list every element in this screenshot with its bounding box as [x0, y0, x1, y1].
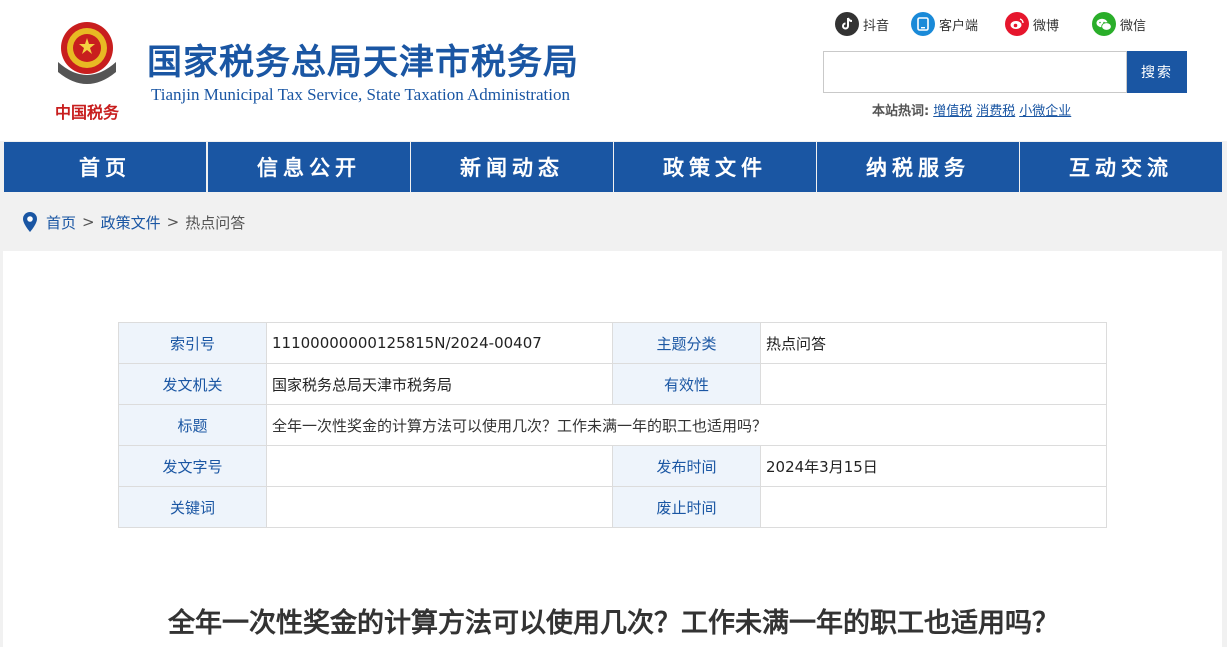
site-subtitle: Tianjin Municipal Tax Service, State Tax…	[151, 85, 570, 104]
meta-value-keywords	[266, 486, 613, 528]
location-pin-icon	[23, 212, 37, 232]
table-row: 索引号 11100000000125815N/2024-00407 主题分类 热…	[118, 322, 1107, 364]
meta-value-publish-date: 2024年3月15日	[760, 445, 1107, 487]
social-client-link[interactable]: 客户端	[911, 12, 978, 36]
emblem-text: 中国税务	[55, 103, 120, 122]
nav-info-disclosure[interactable]: 信息公开	[208, 142, 410, 192]
meta-value-repeal-date	[760, 486, 1107, 528]
breadcrumb: 首页 > 政策文件 > 热点问答	[22, 210, 245, 234]
hot-words: 本站热词: 增值税 消费税 小微企业	[872, 100, 1071, 119]
meta-value-title: 全年一次性奖金的计算方法可以使用几次？工作未满一年的职工也适用吗？	[266, 404, 1107, 446]
search-input[interactable]	[823, 51, 1127, 93]
weibo-icon	[1005, 12, 1029, 36]
meta-key-repeal-date: 废止时间	[612, 486, 761, 528]
table-row: 发文机关 国家税务总局天津市税务局 有效性	[118, 363, 1107, 405]
wechat-icon	[1092, 12, 1116, 36]
site-title[interactable]: 国家税务总局天津市税务局	[147, 34, 579, 85]
document-meta-table: 索引号 11100000000125815N/2024-00407 主题分类 热…	[118, 322, 1107, 528]
meta-key-title: 标题	[118, 404, 267, 446]
meta-key-category: 主题分类	[612, 322, 761, 364]
meta-value-category: 热点问答	[760, 322, 1107, 364]
nav-tax-services[interactable]: 纳税服务	[817, 142, 1019, 192]
table-row: 关键词 废止时间	[118, 486, 1107, 528]
social-client-label: 客户端	[939, 18, 979, 34]
nav-news[interactable]: 新闻动态	[411, 142, 613, 192]
tax-emblem-logo[interactable]: 中国税务	[44, 14, 130, 124]
hot-word-small-micro-link[interactable]: 小微企业	[1019, 100, 1071, 119]
breadcrumb-home-link[interactable]: 首页	[46, 212, 76, 233]
meta-key-keywords: 关键词	[118, 486, 267, 528]
breadcrumb-separator: >	[166, 213, 180, 231]
hot-words-label: 本站热词:	[872, 104, 930, 119]
search-button[interactable]: 搜索	[1127, 51, 1187, 93]
meta-key-doc-number: 发文字号	[118, 445, 267, 487]
hot-word-consumption-tax-link[interactable]: 消费税	[976, 100, 1015, 119]
nav-interaction[interactable]: 互动交流	[1020, 142, 1222, 192]
nav-home[interactable]: 首页	[4, 142, 206, 192]
meta-value-validity	[760, 363, 1107, 405]
meta-value-index: 11100000000125815N/2024-00407	[266, 322, 613, 364]
social-douyin-link[interactable]: 抖音	[835, 12, 889, 36]
meta-key-index: 索引号	[118, 322, 267, 364]
table-row: 发文字号 发布时间 2024年3月15日	[118, 445, 1107, 487]
social-wechat-link[interactable]: 微信	[1092, 12, 1146, 36]
social-weibo-link[interactable]: 微博	[1005, 12, 1059, 36]
site-header: 中国税务 国家税务总局天津市税务局 Tianjin Municipal Tax …	[0, 0, 1227, 141]
table-row: 标题 全年一次性奖金的计算方法可以使用几次？工作未满一年的职工也适用吗？	[118, 404, 1107, 446]
nav-policy-documents[interactable]: 政策文件	[614, 142, 816, 192]
social-wechat-label: 微信	[1120, 18, 1147, 34]
hot-word-vat-link[interactable]: 增值税	[933, 100, 972, 119]
article-title: 全年一次性奖金的计算方法可以使用几次？工作未满一年的职工也适用吗？	[168, 608, 1059, 639]
breadcrumb-separator: >	[82, 213, 95, 231]
meta-value-doc-number	[266, 445, 613, 487]
breadcrumb-current: 热点问答	[185, 213, 246, 232]
meta-key-publish-date: 发布时间	[612, 445, 761, 487]
breadcrumb-policy-link[interactable]: 政策文件	[101, 212, 161, 233]
meta-key-issuer: 发文机关	[118, 363, 267, 405]
social-douyin-label: 抖音	[863, 18, 890, 34]
meta-value-issuer: 国家税务总局天津市税务局	[266, 363, 613, 405]
meta-key-validity: 有效性	[612, 363, 761, 405]
social-weibo-label: 微博	[1033, 18, 1060, 34]
client-icon	[911, 12, 935, 36]
douyin-icon	[835, 12, 859, 36]
main-nav: 首页 信息公开 新闻动态 政策文件 纳税服务 互动交流	[0, 141, 1227, 193]
